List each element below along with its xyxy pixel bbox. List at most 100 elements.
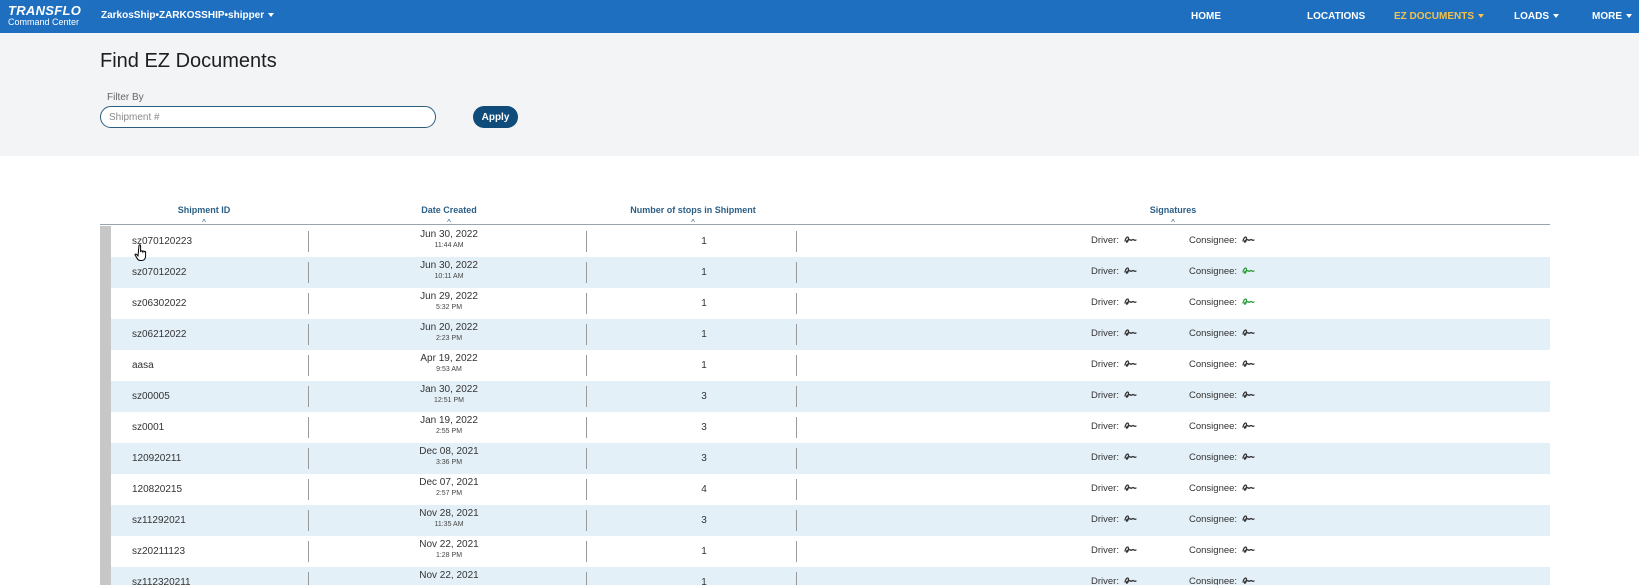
account-selector[interactable]: ZarkosShip•ZARKOSSHIP•shipper (101, 10, 275, 21)
driver-signature: Driver: (1091, 545, 1137, 556)
signature-icon[interactable] (1242, 545, 1255, 554)
stops-cell: 1 (701, 546, 707, 557)
time-value: 3:36 PM (435, 459, 463, 466)
time-value: 9:53 AM (436, 366, 462, 373)
signature-icon[interactable] (1124, 328, 1137, 337)
signature-icon[interactable] (1124, 297, 1137, 306)
consignee-label: Consignee: (1189, 328, 1238, 339)
time-value: 10:11 AM (434, 273, 464, 280)
date-created-cell: Dec 07, 2021 2:57 PM (349, 478, 549, 498)
shipment-id-cell[interactable]: sz07012022 (132, 267, 187, 278)
signature-icon[interactable] (1242, 576, 1255, 585)
signature-icon[interactable] (1124, 421, 1137, 430)
signature-icon[interactable] (1124, 576, 1137, 585)
nav-ez-documents[interactable]: EZ DOCUMENTS (1394, 11, 1484, 22)
date-created-cell: Nov 28, 2021 11:35 AM (349, 509, 549, 529)
shipment-id-cell[interactable]: 120820215 (132, 484, 182, 495)
signature-icon[interactable] (1124, 514, 1137, 523)
table-row[interactable]: sz07012022 Jun 30, 2022 10:11 AM 1 Driver: Co… (111, 257, 1550, 288)
apply-button[interactable]: Apply (473, 106, 518, 128)
driver-signature: Driver: (1091, 390, 1137, 401)
nav-locations[interactable]: LOCATIONS (1307, 11, 1365, 22)
transflo-logo[interactable]: TRANSFLO Command Center (8, 4, 81, 27)
time-value: 12:51 PM (434, 397, 464, 404)
driver-signature: Driver: (1091, 359, 1137, 370)
column-header-shipment-id[interactable]: Shipment ID (178, 205, 231, 215)
shipment-id-cell[interactable]: sz112320211 (132, 577, 191, 585)
driver-signature: Driver: (1091, 483, 1137, 494)
date-value: Jun 29, 2022 (420, 291, 478, 302)
shipment-id-cell[interactable]: sz00005 (132, 391, 170, 402)
consignee-label: Consignee: (1189, 483, 1238, 494)
table-row[interactable]: sz070120223 Jun 30, 2022 11:44 AM 1 Driver: C… (111, 226, 1550, 257)
nav-ez-documents-label: EZ DOCUMENTS (1394, 11, 1474, 22)
table-row[interactable]: sz00005 Jan 30, 2022 12:51 PM 3 Driver: Consi… (111, 381, 1550, 412)
nav-home[interactable]: HOME (1191, 11, 1221, 22)
date-value: Jun 30, 2022 (420, 260, 478, 271)
stops-cell: 1 (701, 236, 707, 247)
signature-icon[interactable] (1242, 266, 1255, 275)
column-divider (586, 355, 587, 376)
shipment-id-cell[interactable]: sz0001 (132, 422, 164, 433)
signature-icon[interactable] (1242, 390, 1255, 399)
table-row[interactable]: sz0001 Jan 19, 2022 2:55 PM 3 Driver: Consign… (111, 412, 1550, 443)
signature-icon[interactable] (1242, 235, 1255, 244)
table-row[interactable]: 120820215 Dec 07, 2021 2:57 PM 4 Driver: Cons… (111, 474, 1550, 505)
driver-signature: Driver: (1091, 421, 1137, 432)
date-created-cell: Jan 19, 2022 2:55 PM (349, 416, 549, 436)
consignee-signature: Consignee: (1189, 421, 1255, 432)
signature-icon[interactable] (1124, 359, 1137, 368)
table-row[interactable]: aasa Apr 19, 2022 9:53 AM 1 Driver: Consignee… (111, 350, 1550, 381)
column-header-signatures[interactable]: Signatures (1150, 205, 1197, 215)
nav-more[interactable]: MORE (1592, 11, 1632, 22)
signature-icon[interactable] (1242, 297, 1255, 306)
shipment-id-cell[interactable]: sz06302022 (132, 298, 187, 309)
shipment-id-cell[interactable]: sz06212022 (132, 329, 187, 340)
signature-icon[interactable] (1124, 390, 1137, 399)
column-header-stops[interactable]: Number of stops in Shipment (630, 205, 756, 215)
shipment-id-cell[interactable]: 120920211 (132, 453, 181, 464)
stops-cell: 1 (701, 329, 707, 340)
driver-signature: Driver: (1091, 328, 1137, 339)
shipment-filter-input[interactable] (100, 106, 436, 128)
signature-icon[interactable] (1242, 328, 1255, 337)
table-row[interactable]: sz06212022 Jun 20, 2022 2:23 PM 1 Driver: Con… (111, 319, 1550, 350)
shipment-id-cell[interactable]: aasa (132, 360, 154, 371)
consignee-label: Consignee: (1189, 235, 1238, 246)
nav-loads[interactable]: LOADS (1514, 11, 1559, 22)
column-divider (586, 510, 587, 531)
signature-icon[interactable] (1242, 483, 1255, 492)
signature-icon[interactable] (1124, 483, 1137, 492)
shipment-id-cell[interactable]: sz11292021 (132, 515, 186, 526)
stops-cell: 3 (701, 453, 707, 464)
shipment-id-cell[interactable]: sz070120223 (132, 236, 192, 247)
shipment-id-cell[interactable]: sz20211123 (132, 546, 185, 557)
table-row[interactable]: sz112320211 Nov 22, 2021 1 Driver: Consignee… (111, 567, 1550, 585)
signature-icon[interactable] (1242, 514, 1255, 523)
table-row[interactable]: sz06302022 Jun 29, 2022 5:32 PM 1 Driver: Con… (111, 288, 1550, 319)
driver-label: Driver: (1091, 235, 1119, 246)
consignee-signature: Consignee: (1189, 483, 1255, 494)
nav-more-label: MORE (1592, 11, 1622, 22)
column-divider (796, 262, 797, 283)
signature-icon[interactable] (1242, 452, 1255, 461)
table-row[interactable]: 120920211 Dec 08, 2021 3:36 PM 3 Driver: Cons… (111, 443, 1550, 474)
signature-icon[interactable] (1242, 421, 1255, 430)
signature-icon[interactable] (1124, 235, 1137, 244)
table-row[interactable]: sz11292021 Nov 28, 2021 11:35 AM 3 Driver: Co… (111, 505, 1550, 536)
consignee-signature: Consignee: (1189, 545, 1255, 556)
signature-icon[interactable] (1124, 545, 1137, 554)
driver-label: Driver: (1091, 266, 1119, 277)
signature-icon[interactable] (1124, 266, 1137, 275)
table-header: Shipment ID Date Created Number of stops… (100, 199, 1550, 227)
column-header-date-created[interactable]: Date Created (421, 205, 477, 215)
consignee-label: Consignee: (1189, 421, 1238, 432)
chevron-down-icon (1626, 14, 1632, 19)
consignee-signature: Consignee: (1189, 452, 1255, 463)
signature-icon[interactable] (1124, 452, 1137, 461)
consignee-signature: Consignee: (1189, 328, 1255, 339)
table-row[interactable]: sz20211123 Nov 22, 2021 1:28 PM 1 Driver: Con… (111, 536, 1550, 567)
date-created-cell: Jun 20, 2022 2:23 PM (349, 323, 549, 343)
signature-icon[interactable] (1242, 359, 1255, 368)
stops-cell: 3 (701, 515, 707, 526)
